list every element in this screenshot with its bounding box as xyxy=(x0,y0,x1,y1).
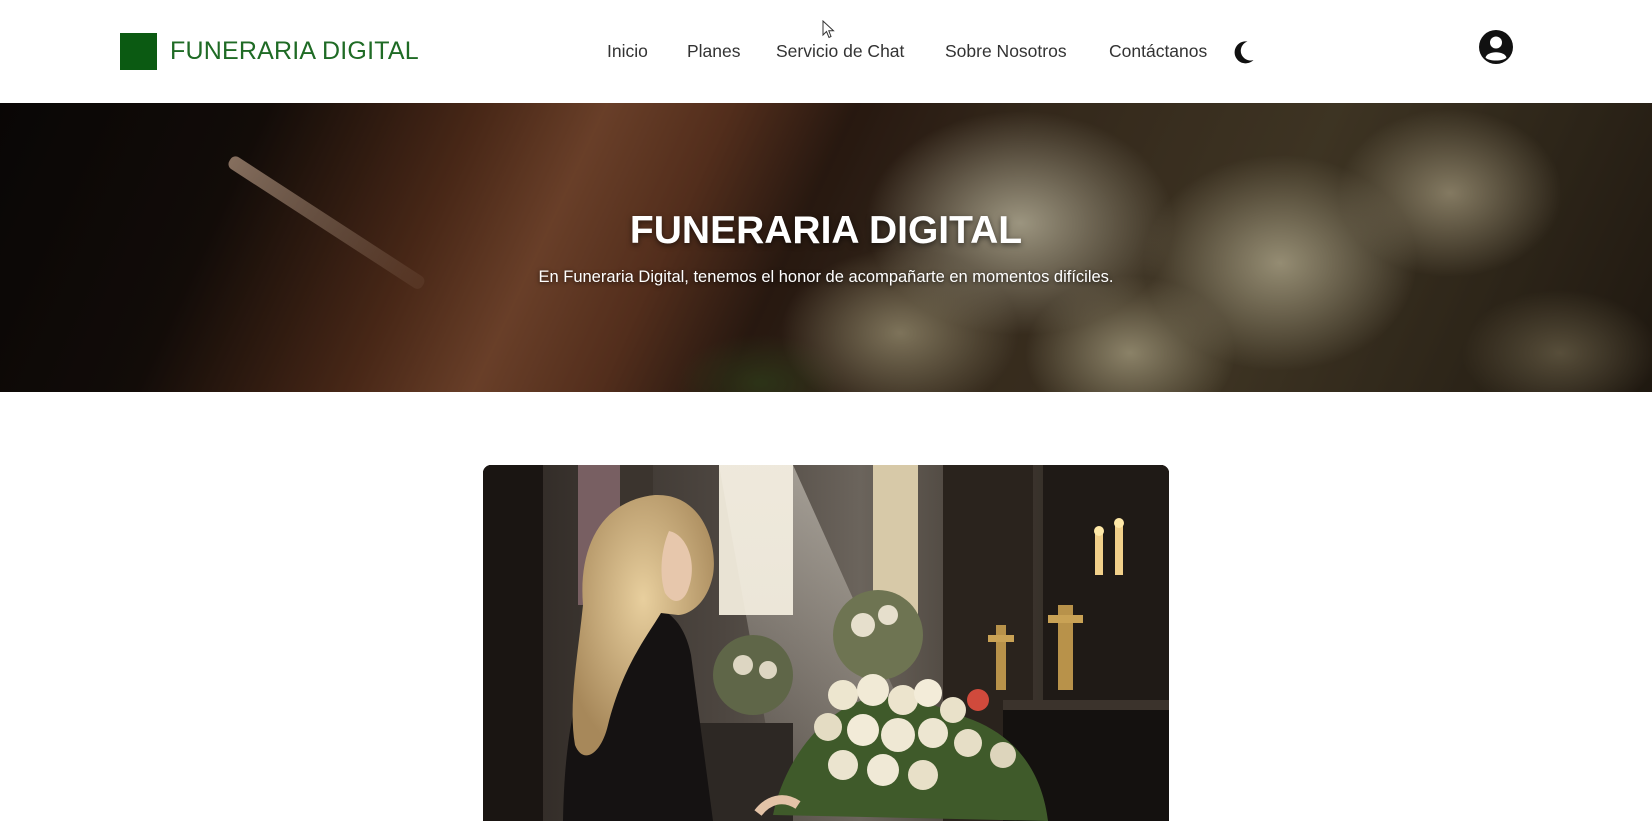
moon-icon[interactable] xyxy=(1232,39,1256,65)
nav-link-inicio[interactable]: Inicio xyxy=(607,41,648,62)
hero-banner: FUNERARIA DIGITAL En Funeraria Digital, … xyxy=(0,103,1652,392)
feature-image xyxy=(483,465,1169,821)
nav-link-contactanos[interactable]: Contáctanos xyxy=(1109,41,1207,62)
main-nav: Inicio Planes Servicio de Chat Sobre Nos… xyxy=(0,41,1652,65)
mourning-woman-photo xyxy=(483,465,1169,821)
nav-link-sobre-nosotros[interactable]: Sobre Nosotros xyxy=(945,41,1067,62)
user-circle-icon[interactable] xyxy=(1478,29,1514,65)
hero-title: FUNERARIA DIGITAL xyxy=(629,209,1023,252)
nav-link-servicio-de-chat[interactable]: Servicio de Chat xyxy=(776,41,904,62)
mouse-cursor-icon xyxy=(822,20,835,39)
navbar: FUNERARIA DIGITAL Inicio Planes Servicio… xyxy=(0,0,1652,103)
nav-link-planes[interactable]: Planes xyxy=(687,41,741,62)
hero-subtitle: En Funeraria Digital, tenemos el honor d… xyxy=(538,268,1114,286)
